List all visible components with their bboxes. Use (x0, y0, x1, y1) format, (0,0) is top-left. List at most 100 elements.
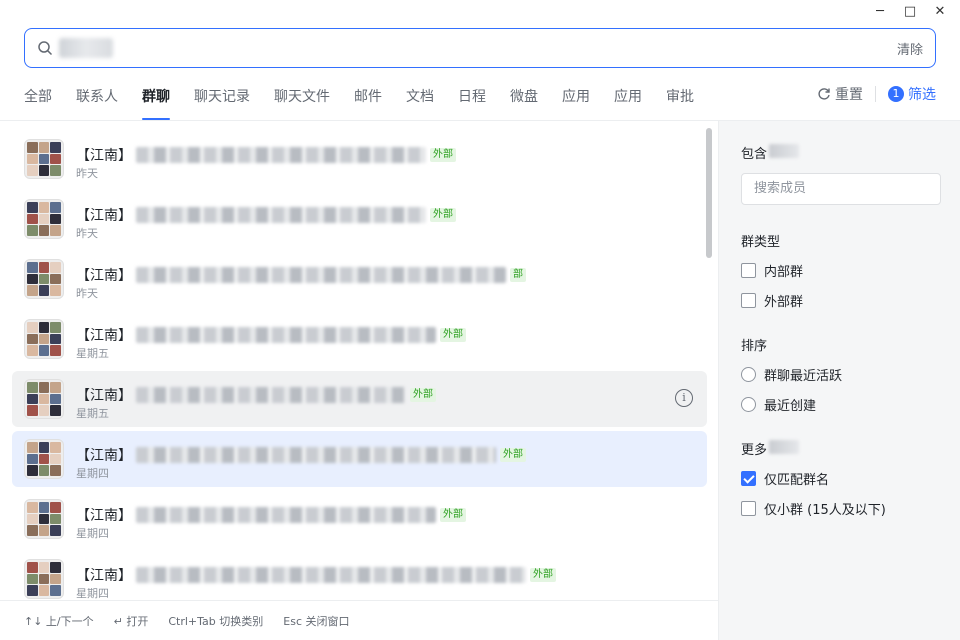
group-name-prefix: 【江南】 (76, 328, 132, 344)
option-internal-group[interactable]: 内部群 (741, 261, 803, 280)
tab-group-chats[interactable]: 群聊 (142, 84, 170, 120)
window-controls: ─ □ ✕ (872, 4, 948, 20)
external-group-checkbox[interactable] (741, 293, 756, 308)
external-tag: 外部 (530, 568, 556, 582)
shortcut-close: Esc 关闭窗口 (283, 614, 350, 628)
internal-group-checkbox[interactable] (741, 263, 756, 278)
group-result-row[interactable]: 【江南】 外部 星期五 i (12, 371, 707, 427)
redacted-group-name (136, 447, 496, 463)
filter-label: 筛选 (908, 87, 936, 103)
search-bar[interactable]: 清除 (24, 28, 936, 68)
shortcut-navigate: ↑↓ 上/下一个 (24, 614, 94, 628)
search-query-chip (59, 38, 113, 58)
tab-mail[interactable]: 邮件 (354, 84, 382, 120)
tab-chat-files[interactable]: 聊天文件 (274, 84, 330, 120)
tab-actions: 重置 1 筛选 (817, 84, 936, 104)
results-scrollbar[interactable] (706, 128, 712, 258)
search-input[interactable] (119, 40, 897, 56)
group-name: 【江南】 外部 (76, 145, 456, 165)
group-name-prefix: 【江南】 (76, 448, 132, 464)
redacted-group-name (136, 147, 426, 163)
shortcut-open: ↵ 打开 (113, 614, 149, 628)
filter-panel: 包含 搜索成员 群类型 内部群 外部群 排序 群聊最近活跃 最近创建 更多 仅匹… (718, 121, 960, 640)
group-avatar (24, 439, 64, 479)
group-name: 【江南】 外部 (76, 565, 556, 585)
shortcut-footer: ↑↓ 上/下一个 ↵ 打开 Ctrl+Tab 切换类别 Esc 关闭窗口 (0, 600, 718, 640)
group-name: 【江南】 外部 (76, 385, 436, 405)
redacted-group-name (136, 567, 526, 583)
group-avatar (24, 499, 64, 539)
group-type-title: 群类型 (741, 235, 781, 250)
tab-calendar[interactable]: 日程 (458, 84, 486, 120)
tab-chat-history[interactable]: 聊天记录 (194, 84, 250, 120)
tab-apps-2[interactable]: 应用 (614, 84, 642, 120)
group-result-row[interactable]: 【江南】 外部星期四 (12, 491, 707, 547)
close-icon[interactable]: ✕ (932, 4, 948, 20)
group-result-row[interactable]: 【江南】 外部 星期四 (12, 431, 707, 487)
last-active-time: 星期四 (76, 527, 109, 540)
group-name-prefix: 【江南】 (76, 268, 132, 284)
search-icon (38, 41, 53, 56)
results-list: 【江南】 外部 昨天 【江南】 外部 昨天 【江南】部昨天 【江南】 外部 星期五 【江南】 外部 星期… (0, 121, 718, 599)
external-tag: 部 (510, 268, 526, 282)
match-group-name-label: 仅匹配群名 (764, 473, 830, 488)
info-icon[interactable]: i (675, 389, 693, 407)
small-group-label: 仅小群 (15人及以下) (764, 503, 886, 518)
group-avatar (24, 559, 64, 599)
option-small-group[interactable]: 仅小群 (15人及以下) (741, 499, 886, 518)
tab-apps[interactable]: 应用 (562, 84, 590, 120)
match-group-name-checkbox[interactable] (741, 471, 756, 486)
tab-docs[interactable]: 文档 (406, 84, 434, 120)
tab-approval[interactable]: 审批 (666, 84, 694, 120)
member-section-title: 包含 (741, 143, 800, 162)
maximize-icon[interactable]: □ (902, 4, 918, 20)
group-name-prefix: 【江南】 (76, 208, 132, 224)
redacted-group-name (136, 507, 436, 523)
last-active-time: 星期五 (76, 347, 109, 360)
group-avatar (24, 139, 64, 179)
group-result-row[interactable]: 【江南】 外部 星期四 (12, 551, 707, 599)
member-search-input[interactable]: 搜索成员 (741, 173, 941, 205)
sort-title: 排序 (741, 339, 768, 354)
group-avatar (24, 379, 64, 419)
group-avatar (24, 199, 64, 239)
sort-recent-active-radio[interactable] (741, 367, 756, 382)
redacted-group-name (136, 267, 506, 283)
external-group-label: 外部群 (764, 295, 804, 310)
group-result-row[interactable]: 【江南】 部昨天 (12, 251, 707, 307)
group-avatar (24, 259, 64, 299)
tab-all[interactable]: 全部 (24, 84, 52, 120)
clear-button[interactable]: 清除 (897, 39, 923, 58)
external-tag: 外部 (440, 508, 466, 522)
filter-button[interactable]: 1 筛选 (888, 84, 936, 104)
more-title: 更多 (741, 439, 800, 458)
group-name: 【江南】 外部 (76, 205, 456, 225)
option-sort-recent-created[interactable]: 最近创建 (741, 395, 816, 414)
option-match-group-name[interactable]: 仅匹配群名 (741, 469, 829, 488)
tab-contacts[interactable]: 联系人 (76, 84, 118, 120)
redacted-group-name (136, 207, 426, 223)
sort-recent-active-label: 群聊最近活跃 (764, 369, 843, 384)
group-name: 【江南】 外部 (76, 505, 466, 525)
option-external-group[interactable]: 外部群 (741, 291, 803, 310)
redacted-text (769, 440, 800, 454)
tab-drive[interactable]: 微盘 (510, 84, 538, 120)
group-name-prefix: 【江南】 (76, 568, 132, 584)
search-window: ─ □ ✕ 清除 全部 联系人 群聊 聊天记录 聊天文件 邮件 文档 日程 微盘… (0, 0, 960, 640)
small-group-checkbox[interactable] (741, 501, 756, 516)
sort-recent-created-radio[interactable] (741, 397, 756, 412)
reset-button[interactable]: 重置 (817, 84, 863, 104)
external-tag: 外部 (430, 208, 456, 222)
group-result-row[interactable]: 【江南】 外部 昨天 (12, 131, 707, 187)
group-name: 【江南】 外部 (76, 325, 466, 345)
group-name: 【江南】 外部 (76, 445, 526, 465)
group-result-row[interactable]: 【江南】 外部 昨天 (12, 191, 707, 247)
category-tabs: 全部 联系人 群聊 聊天记录 聊天文件 邮件 文档 日程 微盘 应用 应用 审批 (24, 84, 718, 120)
last-active-time: 昨天 (76, 167, 98, 180)
redacted-text (769, 144, 800, 158)
group-name-prefix: 【江南】 (76, 508, 132, 524)
option-sort-recent-active[interactable]: 群聊最近活跃 (741, 365, 842, 384)
group-result-row[interactable]: 【江南】 外部 星期五 (12, 311, 707, 367)
minimize-icon[interactable]: ─ (872, 4, 888, 20)
redacted-group-name (136, 387, 406, 403)
